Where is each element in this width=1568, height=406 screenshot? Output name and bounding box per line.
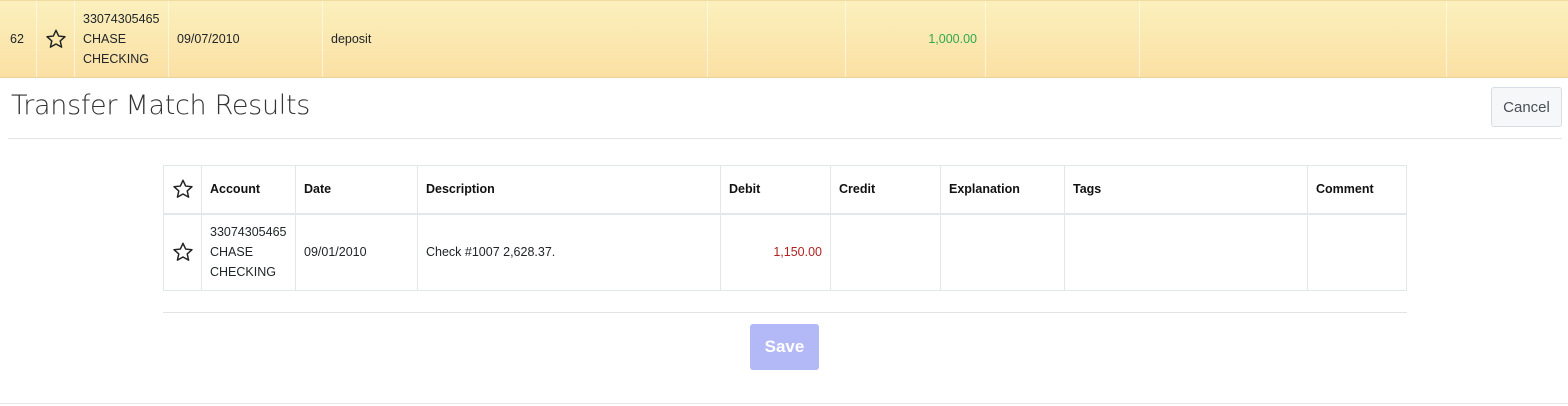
highlighted-transaction-row: 62 33074305465 CHASE CHECKING 09/07/2010… [0, 0, 1568, 78]
row-explanation-cell[interactable] [940, 213, 1065, 291]
column-header-date[interactable]: Date [295, 165, 418, 215]
credit-cell: 1,000.00 [846, 1, 986, 77]
row-date-cell: 09/01/2010 [295, 213, 418, 291]
results-header: Transfer Match Results Cancel [8, 78, 1562, 139]
account-number: 33074305465 [83, 12, 160, 26]
page-title: Transfer Match Results [11, 90, 311, 121]
row-comment-cell[interactable] [1307, 213, 1407, 291]
row-account-bank: CHASE [210, 245, 254, 260]
row-star-icon[interactable] [163, 213, 202, 291]
date-cell: 09/07/2010 [169, 1, 323, 77]
column-header-account[interactable]: Account [201, 165, 296, 215]
results-table: Account Date Description Debit Credit Ex… [163, 165, 1407, 291]
bottom-divider [0, 403, 1568, 404]
row-debit-cell: 1,150.00 [720, 213, 831, 291]
row-account-type: CHECKING [210, 265, 276, 280]
favorite-star-icon[interactable] [37, 1, 75, 77]
column-header-tags[interactable]: Tags [1064, 165, 1308, 215]
divider [163, 312, 1407, 313]
table-row[interactable]: 33074305465 CHASE CHECKING 09/01/2010 Ch… [163, 213, 1407, 291]
account-cell: 33074305465 CHASE CHECKING [75, 1, 169, 77]
column-header-credit[interactable]: Credit [830, 165, 941, 215]
explanation-cell [986, 1, 1140, 77]
save-button[interactable]: Save [750, 324, 819, 370]
tags-cell [1140, 1, 1447, 77]
column-header-explanation[interactable]: Explanation [940, 165, 1065, 215]
row-account-number: 33074305465 [210, 225, 287, 240]
column-header-comment[interactable]: Comment [1307, 165, 1407, 215]
column-header-description[interactable]: Description [417, 165, 721, 215]
account-type: CHECKING [83, 52, 149, 66]
row-tags-cell[interactable] [1064, 213, 1308, 291]
header-star-icon[interactable] [163, 165, 202, 215]
row-credit-cell [830, 213, 941, 291]
description-cell: deposit [323, 1, 708, 77]
cancel-button[interactable]: Cancel [1491, 87, 1562, 127]
row-description-cell: Check #1007 2,628.37. [417, 213, 721, 291]
comment-cell [1447, 1, 1568, 77]
debit-cell [708, 1, 846, 77]
row-account-cell: 33074305465 CHASE CHECKING [201, 213, 296, 291]
account-bank: CHASE [83, 32, 127, 46]
column-header-debit[interactable]: Debit [720, 165, 831, 215]
row-number: 62 [0, 1, 37, 77]
table-header-row: Account Date Description Debit Credit Ex… [163, 165, 1407, 215]
